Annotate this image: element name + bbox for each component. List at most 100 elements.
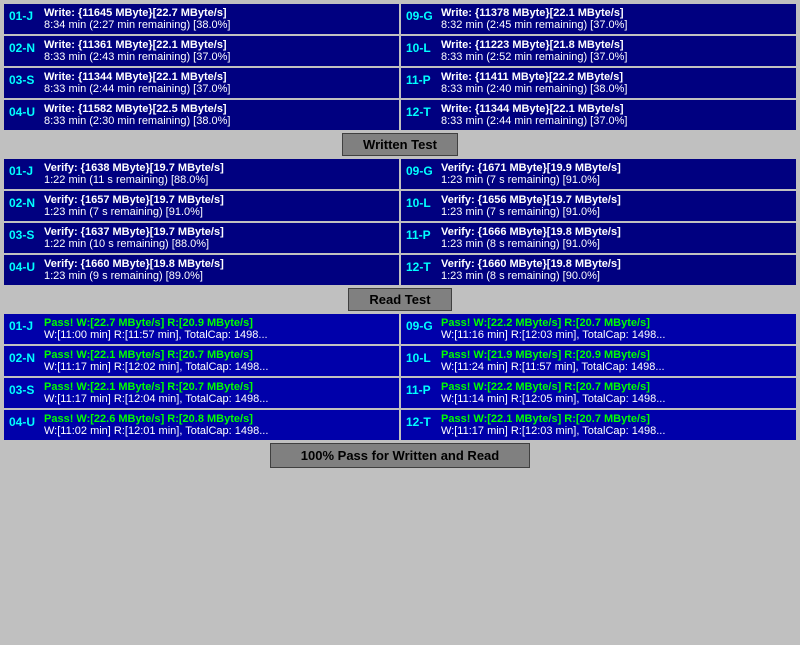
device-id-label: 02-N — [9, 39, 41, 55]
cell-line1: Write: {11582 MByte}[22.5 MByte/s] — [44, 103, 394, 115]
cell-line1: Write: {11344 MByte}[22.1 MByte/s] — [44, 71, 394, 83]
device-id-label: 01-J — [9, 7, 41, 23]
device-cell-03-s: 03-SWrite: {11344 MByte}[22.1 MByte/s]8:… — [4, 68, 399, 98]
read-section: 01-JPass! W:[22.7 MByte/s] R:[20.9 MByte… — [4, 314, 796, 440]
device-id-label: 11-P — [406, 71, 438, 87]
device-id-label: 12-T — [406, 413, 438, 429]
cell-line2: W:[11:02 min] R:[12:01 min], TotalCap: 1… — [44, 425, 394, 437]
device-id-label: 11-P — [406, 226, 438, 242]
device-id-label: 04-U — [9, 103, 41, 119]
cell-line2: 8:33 min (2:40 min remaining) [38.0%] — [441, 83, 791, 95]
cell-line1: Verify: {1666 MByte}[19.8 MByte/s] — [441, 226, 791, 238]
cell-line2: 8:32 min (2:45 min remaining) [37.0%] — [441, 19, 791, 31]
device-id-label: 10-L — [406, 39, 438, 55]
device-id-label: 09-G — [406, 162, 438, 178]
cell-line1: Write: {11361 MByte}[22.1 MByte/s] — [44, 39, 394, 51]
device-id-label: 09-G — [406, 317, 438, 333]
cell-line2: W:[11:17 min] R:[12:04 min], TotalCap: 1… — [44, 393, 394, 405]
device-cell-04-u: 04-UPass! W:[22.6 MByte/s] R:[20.8 MByte… — [4, 410, 399, 440]
device-id-label: 10-L — [406, 194, 438, 210]
device-cell-10-l: 10-LPass! W:[21.9 MByte/s] R:[20.9 MByte… — [401, 346, 796, 376]
left-col: 01-JPass! W:[22.7 MByte/s] R:[20.9 MByte… — [4, 314, 399, 440]
cell-line1: Verify: {1660 MByte}[19.8 MByte/s] — [44, 258, 394, 270]
device-cell-10-l: 10-LVerify: {1656 MByte}[19.7 MByte/s]1:… — [401, 191, 796, 221]
cell-line1: Pass! W:[22.2 MByte/s] R:[20.7 MByte/s] — [441, 317, 791, 329]
cell-line1: Write: {11378 MByte}[22.1 MByte/s] — [441, 7, 791, 19]
device-id-label: 03-S — [9, 381, 41, 397]
device-id-label: 02-N — [9, 349, 41, 365]
write-grid: 01-JWrite: {11645 MByte}[22.7 MByte/s] 8:… — [4, 4, 796, 130]
cell-line2: W:[11:17 min] R:[12:02 min], TotalCap: 1… — [44, 361, 394, 373]
device-id-label: 12-T — [406, 103, 438, 119]
footer-row: 100% Pass for Written and Read — [4, 443, 796, 468]
device-id-label: 04-U — [9, 258, 41, 274]
device-cell-04-u: 04-UVerify: {1660 MByte}[19.8 MByte/s]1:… — [4, 255, 399, 285]
device-cell-03-s: 03-SPass! W:[22.1 MByte/s] R:[20.7 MByte… — [4, 378, 399, 408]
device-cell-10-l: 10-LWrite: {11223 MByte}[21.8 MByte/s]8:… — [401, 36, 796, 66]
cell-line1: Verify: {1638 MByte}[19.7 MByte/s] — [44, 162, 394, 174]
verify-section: 01-JVerify: {1638 MByte}[19.7 MByte/s]1:… — [4, 159, 796, 285]
cell-line2: 8:33 min (2:44 min remaining) [37.0%] — [441, 115, 791, 127]
cell-line2: W:[11:00 min] R:[11:57 min], TotalCap: 1… — [44, 329, 394, 341]
read-test-label-row: Read Test — [4, 288, 796, 311]
device-cell-09-g: 09-GPass! W:[22.2 MByte/s] R:[20.7 MByte… — [401, 314, 796, 344]
device-cell-12-t: 12-TVerify: {1660 MByte}[19.8 MByte/s]1:… — [401, 255, 796, 285]
left-col: 01-JVerify: {1638 MByte}[19.7 MByte/s]1:… — [4, 159, 399, 285]
main-container: 01-JWrite: {11645 MByte}[22.7 MByte/s]8:… — [0, 0, 800, 472]
cell-line2: 8:33 min (2:44 min remaining) [37.0%] — [44, 83, 394, 95]
right-col: 09-GVerify: {1671 MByte}[19.9 MByte/s]1:… — [401, 159, 796, 285]
cell-line2: 8:33 min (2:43 min remaining) [37.0%] — [44, 51, 394, 63]
cell-line2: 1:22 min (11 s remaining) [88.0%] — [44, 174, 394, 186]
device-id-label: 11-P — [406, 381, 438, 397]
cell-line1: Write: {11223 MByte}[21.8 MByte/s] — [441, 39, 791, 51]
cell-line2: 1:23 min (7 s remaining) [91.0%] — [441, 174, 791, 186]
cell-line1: Pass! W:[22.1 MByte/s] R:[20.7 MByte/s] — [441, 413, 791, 425]
cell-line2: 1:23 min (7 s remaining) [91.0%] — [441, 206, 791, 218]
cell-line2: 8:33 min (2:30 min remaining) [38.0%] — [44, 115, 394, 127]
cell-line1: Write: {11411 MByte}[22.2 MByte/s] — [441, 71, 791, 83]
cell-line1: Verify: {1657 MByte}[19.7 MByte/s] — [44, 194, 394, 206]
cell-line1: Pass! W:[22.1 MByte/s] R:[20.7 MByte/s] — [44, 381, 394, 393]
device-cell-11-p: 11-PVerify: {1666 MByte}[19.8 MByte/s]1:… — [401, 223, 796, 253]
device-cell-04-u: 04-UWrite: {11582 MByte}[22.5 MByte/s]8:… — [4, 100, 399, 130]
device-cell-11-p: 11-PWrite: {11411 MByte}[22.2 MByte/s]8:… — [401, 68, 796, 98]
verify-grid: 01-JVerify: {1638 MByte}[19.7 MByte/s]1:… — [4, 159, 796, 285]
cell-line2: 8:33 min (2:52 min remaining) [37.0%] — [441, 51, 791, 63]
write-section: 01-JWrite: {11645 MByte}[22.7 MByte/s] 8:… — [4, 4, 796, 130]
cell-line2: 1:23 min (7 s remaining) [91.0%] — [44, 206, 394, 218]
cell-line2: W:[11:17 min] R:[12:03 min], TotalCap: 1… — [441, 425, 791, 437]
device-cell-02-n: 02-NWrite: {11361 MByte}[22.1 MByte/s]8:… — [4, 36, 399, 66]
device-cell-02-n: 02-NVerify: {1657 MByte}[19.7 MByte/s]1:… — [4, 191, 399, 221]
right-col: 09-GWrite: {11378 MByte}[22.1 MByte/s]8:… — [401, 4, 796, 130]
device-id-label: 12-T — [406, 258, 438, 274]
device-cell-12-t: 12-TWrite: {11344 MByte}[22.1 MByte/s]8:… — [401, 100, 796, 130]
device-cell-02-n: 02-NPass! W:[22.1 MByte/s] R:[20.7 MByte… — [4, 346, 399, 376]
left-col: 01-JWrite: {11645 MByte}[22.7 MByte/s] 8:… — [4, 4, 399, 130]
device-id-label: 03-S — [9, 71, 41, 87]
device-id-label: 09-G — [406, 7, 438, 23]
cell-line1: Verify: {1660 MByte}[19.8 MByte/s] — [441, 258, 791, 270]
written-test-label: Written Test — [342, 133, 458, 156]
cell-line2: W:[11:16 min] R:[12:03 min], TotalCap: 1… — [441, 329, 791, 341]
read-test-label: Read Test — [348, 288, 451, 311]
cell-line1: Pass! W:[22.6 MByte/s] R:[20.8 MByte/s] — [44, 413, 394, 425]
cell-line1: Pass! W:[22.2 MByte/s] R:[20.7 MByte/s] — [441, 381, 791, 393]
cell-line1: Pass! W:[21.9 MByte/s] R:[20.9 MByte/s] — [441, 349, 791, 361]
device-cell-12-t: 12-TPass! W:[22.1 MByte/s] R:[20.7 MByte… — [401, 410, 796, 440]
cell-line2: 1:22 min (10 s remaining) [88.0%] — [44, 238, 394, 250]
cell-line1: Write: {11344 MByte}[22.1 MByte/s] — [441, 103, 791, 115]
cell-line2: 1:23 min (8 s remaining) [91.0%] — [441, 238, 791, 250]
device-cell-01-j: 01-JVerify: {1638 MByte}[19.7 MByte/s]1:… — [4, 159, 399, 189]
cell-line1: Verify: {1656 MByte}[19.7 MByte/s] — [441, 194, 791, 206]
device-cell-11-p: 11-PPass! W:[22.2 MByte/s] R:[20.7 MByte… — [401, 378, 796, 408]
cell-line1: Pass! W:[22.1 MByte/s] R:[20.7 MByte/s] — [44, 349, 394, 361]
device-id-label: 01-J — [9, 317, 41, 333]
device-id-label: 04-U — [9, 413, 41, 429]
device-id-label: 10-L — [406, 349, 438, 365]
device-cell-01-j: 01-JWrite: {11645 MByte}[22.7 MByte/s]8:… — [4, 4, 399, 34]
device-id-label: 01-J — [9, 162, 41, 178]
device-cell-01-j: 01-JPass! W:[22.7 MByte/s] R:[20.9 MByte… — [4, 314, 399, 344]
cell-line1: Write: {11645 MByte}[22.7 MByte/s] — [44, 7, 394, 19]
cell-line2: 1:23 min (8 s remaining) [90.0%] — [441, 270, 791, 282]
cell-line2: 1:23 min (9 s remaining) [89.0%] — [44, 270, 394, 282]
